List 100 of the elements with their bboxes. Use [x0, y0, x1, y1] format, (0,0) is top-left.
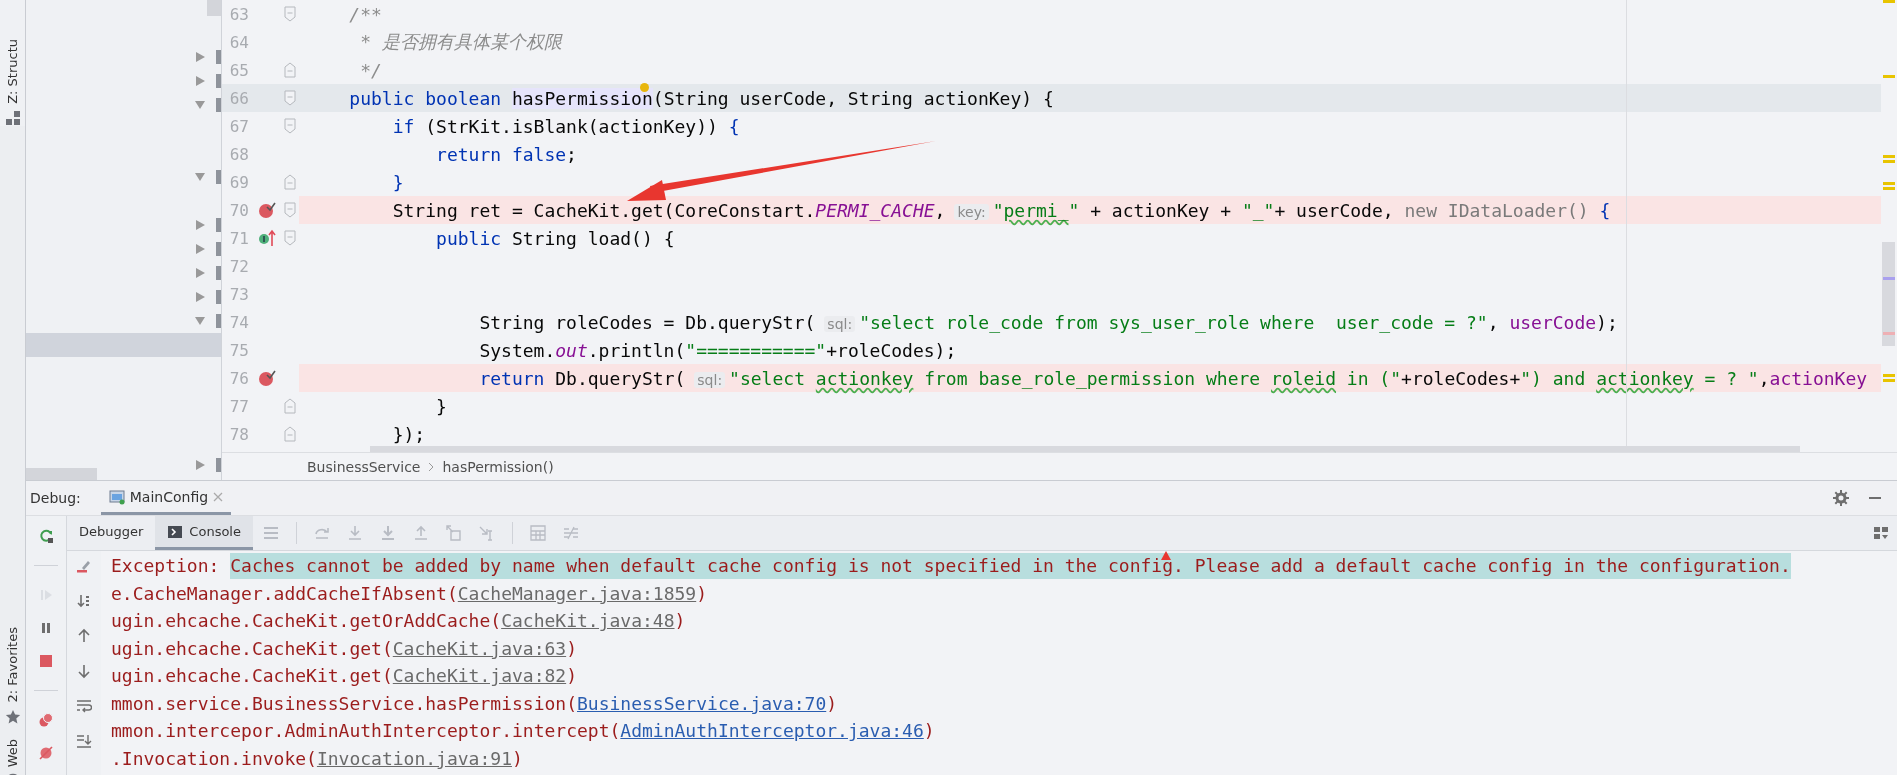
- expanded-arrow-icon[interactable]: [194, 171, 206, 183]
- collapsed-arrow-icon[interactable]: [194, 243, 206, 255]
- expanded-arrow-icon[interactable]: [194, 315, 206, 327]
- source-link[interactable]: CacheManager.java:1859: [457, 582, 697, 604]
- console-line: .Invocation.invoke(Invocation.java:91): [111, 746, 524, 771]
- node-icon: [216, 218, 221, 232]
- code-line: public boolean hasPermission(String userCode, String actionKey) {: [348, 87, 1054, 109]
- scrollbar[interactable]: [207, 0, 221, 16]
- tool-window-label[interactable]: Web: [5, 738, 20, 767]
- console-line: ugin.ehcache.CacheKit.get(CacheKit.java:82): [111, 664, 578, 689]
- line-number: 64: [228, 32, 249, 52]
- node-icon: [216, 170, 221, 184]
- code-line: if (StrKit.isBlank(actionKey)) {: [391, 115, 740, 137]
- breakpoint-icon[interactable]: [257, 369, 276, 387]
- node-icon: [216, 98, 221, 112]
- window-icon: [108, 488, 125, 505]
- breadcrumb-item[interactable]: hasPermission(): [442, 458, 554, 475]
- collapsed-arrow-icon[interactable]: [194, 75, 206, 87]
- collapsed-arrow-icon[interactable]: [194, 51, 206, 63]
- line-number: 71: [228, 228, 249, 248]
- line-number: 70: [228, 200, 249, 220]
- code-line: */: [359, 59, 382, 81]
- source-link[interactable]: CacheKit.java:63: [392, 637, 567, 659]
- console-icon: [167, 523, 184, 540]
- scrollbar[interactable]: [26, 468, 97, 480]
- settings-icon[interactable]: [1833, 490, 1849, 506]
- tab[interactable]: Debugger: [67, 516, 156, 550]
- vertical-scrollbar[interactable]: [1882, 242, 1895, 346]
- structure-icon[interactable]: [4, 109, 21, 126]
- fold-icon[interactable]: [284, 202, 296, 218]
- code-line: }: [391, 171, 404, 193]
- rerun-icon[interactable]: [38, 528, 54, 544]
- pointer-icon: [1161, 551, 1171, 560]
- scroll-to-end-icon[interactable]: [76, 733, 92, 749]
- node-icon: [216, 74, 221, 88]
- console-line: mmon.intercepor.AdminAuthInterceptor.intercept(AdminAuthInterceptor.java:46): [111, 719, 936, 744]
- code-line: return Db.queryStr( sql: "select actionkey from base_role_permission where roleid in ("+roleCodes+") and actionkey = ? ",actionKey: [478, 367, 1868, 389]
- fold-icon[interactable]: [284, 426, 296, 442]
- source-link[interactable]: BusinessService.java:70: [577, 692, 827, 714]
- collapsed-arrow-icon[interactable]: [194, 219, 206, 231]
- breadcrumb-item[interactable]: BusinessService: [307, 458, 421, 475]
- node-icon: [216, 50, 221, 64]
- collapsed-arrow-icon[interactable]: [194, 267, 206, 279]
- collapsed-arrow-icon[interactable]: [194, 291, 206, 303]
- node-icon: [216, 242, 221, 256]
- layout-icon[interactable]: [1873, 525, 1889, 541]
- chevron-icon: [428, 461, 435, 472]
- favorites-icon[interactable]: [4, 708, 21, 725]
- code-line: }: [435, 395, 447, 417]
- fold-icon[interactable]: [284, 230, 296, 246]
- source-link[interactable]: Invocation.java:91: [316, 747, 512, 769]
- sort-icon[interactable]: [76, 593, 92, 609]
- stop-icon[interactable]: [38, 653, 54, 669]
- implements-icon[interactable]: [257, 229, 276, 247]
- collapsed-arrow-icon[interactable]: [194, 459, 206, 471]
- code-line: System.out.println("==========="+roleCodes);: [478, 339, 957, 361]
- fold-icon[interactable]: [284, 90, 296, 106]
- clear-all-icon[interactable]: [76, 558, 92, 574]
- code-line: });: [391, 423, 426, 445]
- node-icon: [216, 266, 221, 280]
- fold-icon[interactable]: [284, 118, 296, 134]
- breakpoints-icon[interactable]: [38, 712, 54, 728]
- fold-icon[interactable]: [284, 174, 296, 190]
- line-number: 73: [228, 284, 249, 304]
- fold-icon[interactable]: [284, 398, 296, 414]
- line-number: 72: [228, 256, 249, 276]
- line-number: 63: [228, 4, 249, 24]
- down-arrow-icon[interactable]: [76, 663, 92, 679]
- close-icon[interactable]: [213, 491, 224, 502]
- node-icon: [216, 458, 221, 472]
- source-link[interactable]: AdminAuthInterceptor.java:46: [620, 720, 924, 742]
- code-line: * 是否拥有具体某个权限: [359, 30, 562, 54]
- line-number: 74: [228, 312, 249, 332]
- horizontal-scrollbar[interactable]: [370, 446, 1800, 452]
- up-arrow-icon[interactable]: [76, 628, 92, 644]
- fold-icon[interactable]: [284, 6, 296, 22]
- source-link[interactable]: CacheKit.java:82: [392, 665, 567, 687]
- mute-breakpoints-icon[interactable]: [38, 745, 54, 761]
- lightbulb-icon[interactable]: [640, 83, 649, 92]
- line-number: 68: [228, 144, 249, 164]
- tool-window-label[interactable]: Z: Structu: [5, 39, 20, 104]
- console-line: mmon.service.BusinessService.hasPermission(BusinessService.java:70): [111, 691, 839, 716]
- tab[interactable]: Console: [155, 516, 253, 550]
- console-line: e.CacheManager.addCacheIfAbsent(CacheManager.java:1859): [111, 581, 709, 606]
- line-number: 65: [228, 60, 249, 80]
- code-line: String roleCodes = Db.queryStr( sql: "select role_code from sys_user_role where user_code = ?", userCode);: [478, 311, 1618, 333]
- expanded-arrow-icon[interactable]: [194, 99, 206, 111]
- code-line: public String load() {: [435, 227, 675, 249]
- code-line: String ret = CacheKit.get(CoreConstart.PERMI_CACHE, key: "permi_" + actionKey + "_"+ userCode, new IDataLoader() {: [391, 199, 1611, 221]
- line-number: 76: [228, 368, 249, 388]
- code-line: /**: [348, 3, 382, 25]
- line-number: 69: [228, 172, 249, 192]
- breakpoint-icon[interactable]: [257, 201, 276, 219]
- fold-icon[interactable]: [284, 62, 296, 78]
- line-number: 77: [228, 396, 249, 416]
- tool-window-label[interactable]: 2: Favorites: [5, 627, 20, 703]
- soft-wrap-icon[interactable]: [76, 698, 92, 714]
- source-link[interactable]: CacheKit.java:48: [501, 610, 675, 632]
- code-editor[interactable]: [222, 0, 1897, 452]
- node-icon: [216, 314, 221, 328]
